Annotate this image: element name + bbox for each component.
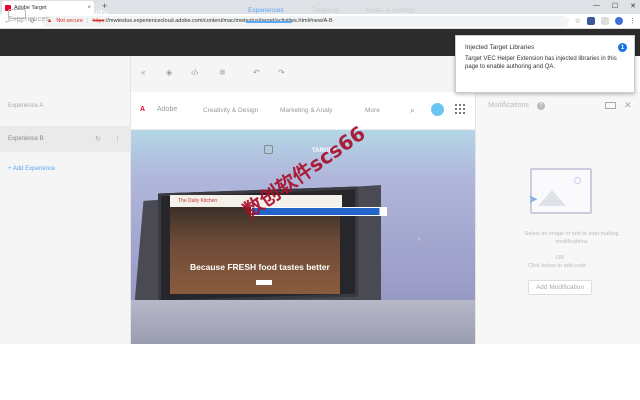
add-modification-button[interactable]: Add Modification (528, 280, 592, 295)
site-brand[interactable]: Adobe (157, 106, 177, 113)
experience-item-b[interactable]: Experience B ↻ ⋮ (0, 126, 131, 152)
layers-icon[interactable]: ◈ (166, 68, 172, 77)
extension-icon[interactable] (587, 17, 595, 25)
swap-icon[interactable]: ↻ (95, 135, 101, 143)
search-icon[interactable]: ⌕ (410, 105, 415, 116)
url-input[interactable]: ▲ Not secure | https://mwtestus.experien… (41, 15, 569, 27)
extension-icon-2[interactable] (601, 17, 609, 25)
code-icon[interactable]: ‹/› (191, 68, 199, 77)
site-nav-marketing[interactable]: Marketing & Analy (280, 107, 332, 114)
url-text: https://mwtestus.experiencecloud.adobe.c… (92, 18, 332, 24)
editor-toolbar: « ◈ ‹/› ✲ ↶ ↷ (131, 56, 475, 92)
monitor-icon[interactable] (605, 102, 616, 109)
experience-label: Experience A (8, 103, 44, 109)
step-goals-settings[interactable]: Goals & Settings (367, 7, 415, 14)
minimize-icon[interactable]: — (593, 2, 600, 10)
adobe-logo-icon[interactable]: A (140, 106, 145, 113)
chevron-right-icon[interactable]: › (418, 236, 420, 243)
active-step-indicator (246, 21, 292, 23)
or-text: OR (556, 255, 565, 261)
star-icon[interactable]: ☆ (575, 17, 581, 25)
maximize-icon[interactable]: ☐ (612, 2, 618, 10)
apps-grid-icon[interactable] (455, 104, 465, 114)
screen-brand: The Daily Kitchen (178, 198, 218, 204)
experience-label: Experience B (8, 136, 44, 142)
site-nav-creativity[interactable]: Creativity & Design (203, 107, 258, 114)
panel-title: Experiences (8, 14, 50, 23)
avatar[interactable] (431, 103, 444, 116)
close-icon[interactable]: ✕ (624, 100, 632, 111)
help-icon[interactable]: ? (537, 102, 545, 110)
menu-icon[interactable]: ⋮ (629, 17, 636, 25)
site-nav-more[interactable]: More (365, 107, 380, 114)
notification-title: Injected Target Libraries (465, 44, 535, 51)
add-experience-button[interactable]: + Add Experience (8, 166, 55, 172)
target-logo-icon (264, 145, 273, 154)
notification-body: Target VEC Helper Extension has injected… (465, 56, 617, 70)
redo-icon[interactable]: ↷ (278, 68, 285, 77)
url-path: ://mwtestus.experiencecloud.adobe.com/co… (104, 18, 333, 24)
image-placeholder-icon (530, 168, 592, 214)
workflow-steps: Experiences Targeting Goals & Settings (248, 7, 415, 14)
window-controls: — ☐ ✕ (593, 2, 636, 10)
hero-headline[interactable]: Because FRESH food tastes better (190, 262, 330, 272)
click-below-text: Click below to add code (528, 263, 587, 269)
modifications-title: Modifications (488, 102, 529, 109)
notification-count-badge: 1 (618, 43, 627, 52)
panel-splitter-icon[interactable]: ⋮ (474, 222, 479, 228)
gear-icon[interactable]: ✲ (219, 68, 226, 77)
profile-icon[interactable] (615, 17, 623, 25)
collapse-icon[interactable]: « (141, 68, 145, 77)
more-options-icon[interactable]: ⋮ (114, 135, 121, 143)
close-window-icon[interactable]: ✕ (630, 2, 636, 10)
step-experiences[interactable]: Experiences (248, 7, 284, 14)
screen-cta (256, 280, 272, 285)
modifications-panel (475, 92, 640, 344)
pointer-icon: ➤ (528, 192, 539, 206)
step-targeting[interactable]: Targeting (312, 7, 339, 14)
undo-icon[interactable]: ↶ (253, 68, 260, 77)
laptop-base (131, 300, 475, 344)
empty-state-text: Select an image or text to start making … (524, 231, 619, 245)
experience-item-a[interactable]: Experience A (0, 93, 131, 119)
